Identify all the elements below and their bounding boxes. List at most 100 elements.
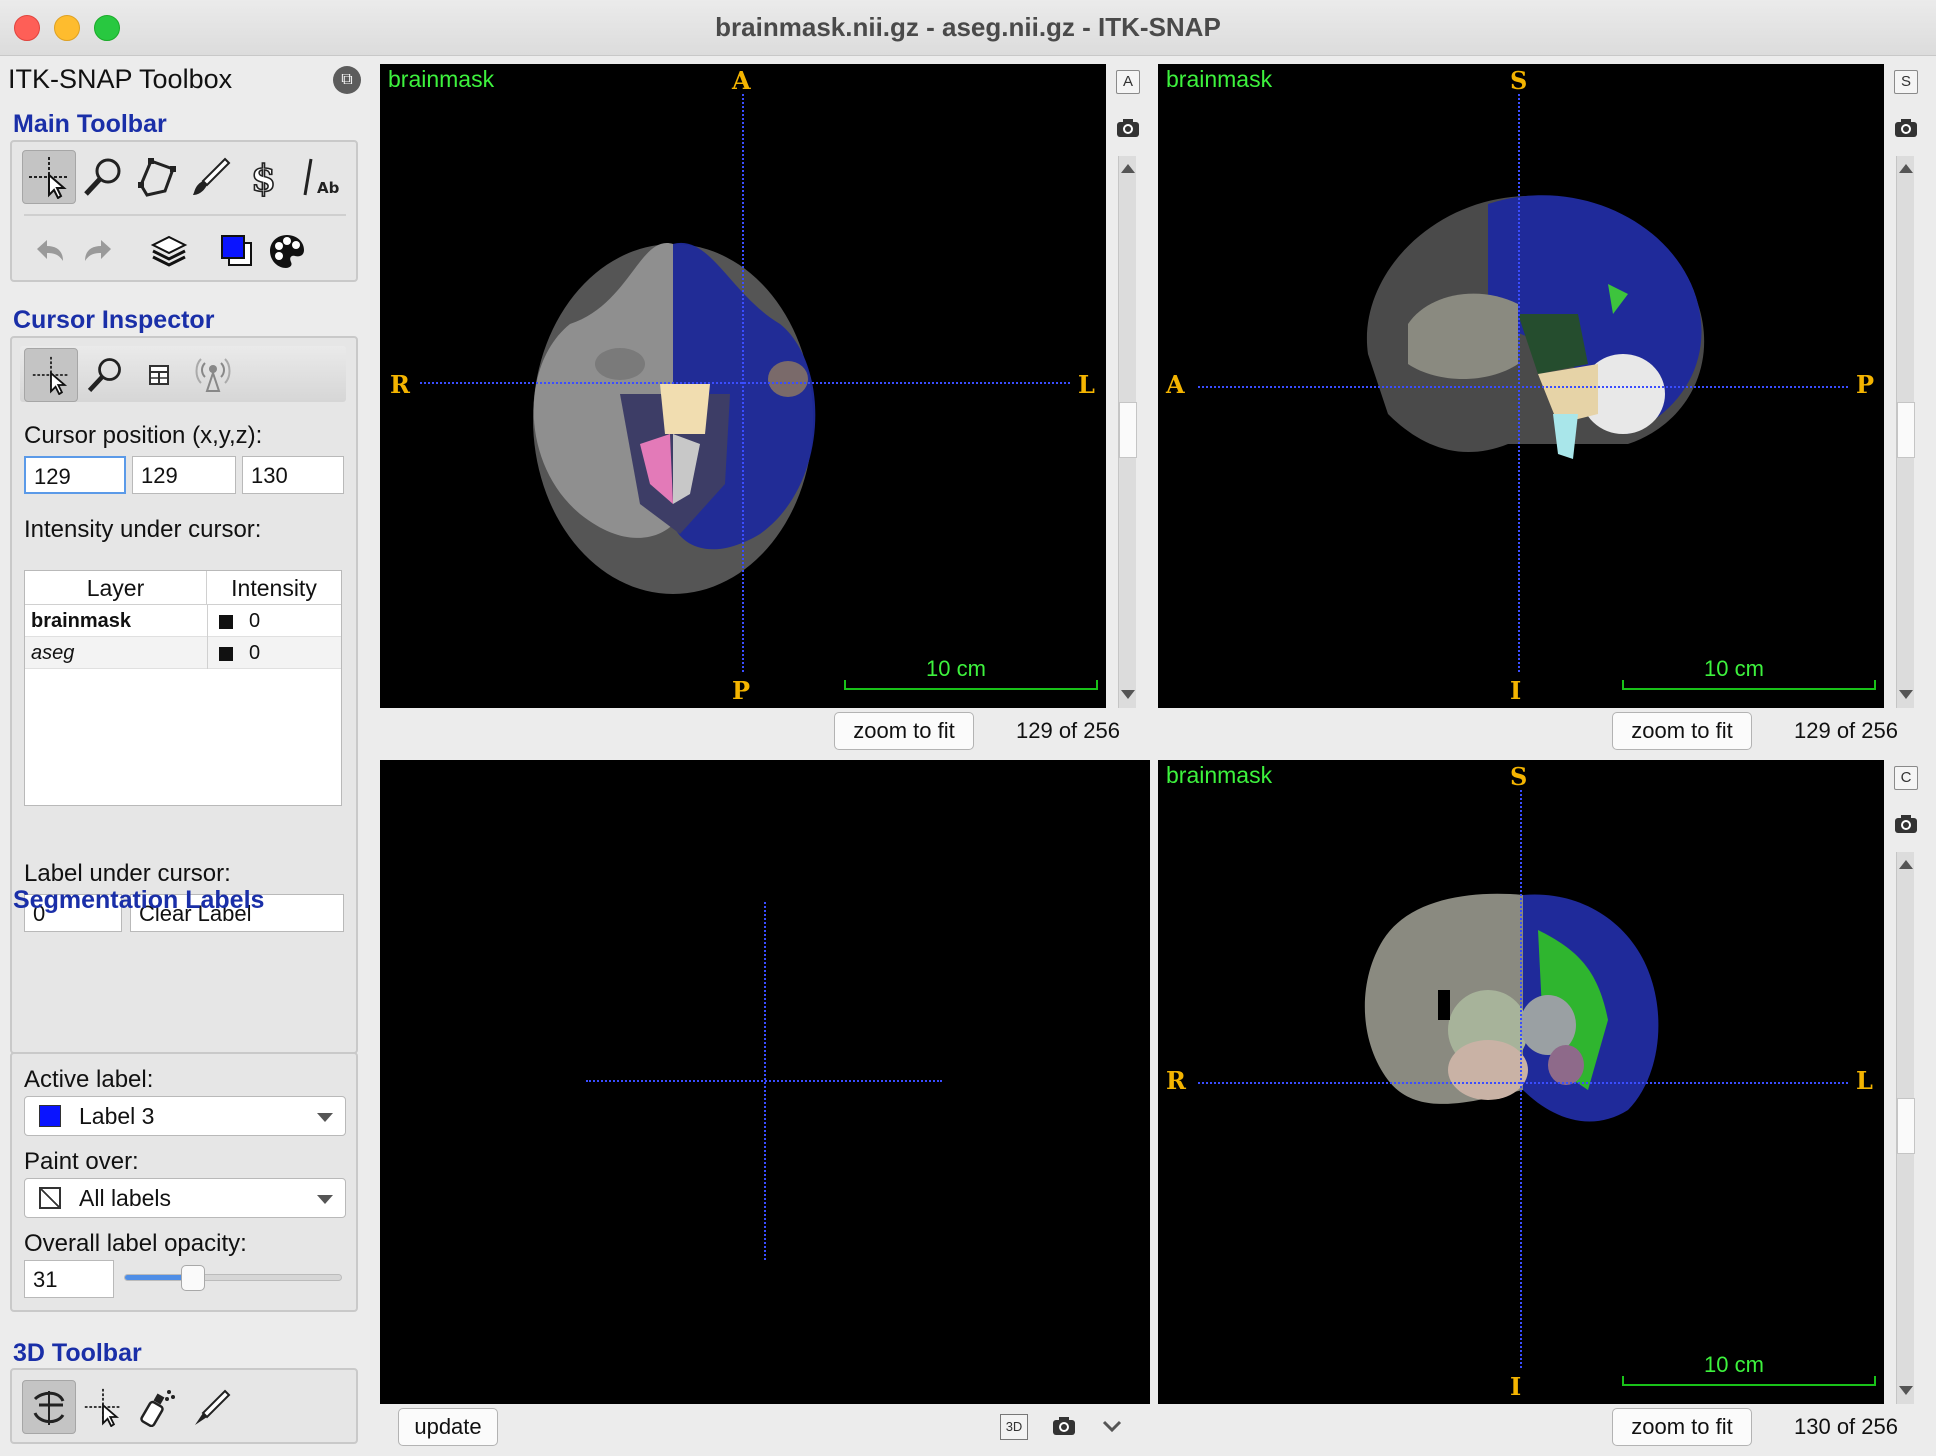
scroll-down-arrow[interactable]	[1121, 690, 1135, 699]
camera-icon[interactable]	[1892, 114, 1920, 142]
svg-text:$: $	[251, 158, 276, 199]
orientation-bottom: I	[1510, 676, 1522, 705]
scroll-thumb[interactable]	[1897, 402, 1915, 458]
camera-icon[interactable]	[1050, 1412, 1078, 1440]
active-label-value: Label 3	[79, 1103, 155, 1129]
paint-over-dropdown[interactable]: All labels	[24, 1178, 346, 1218]
polygon-tool-icon[interactable]	[130, 150, 184, 204]
crosshair-horizontal	[1198, 1082, 1848, 1084]
coronal-view-sidebar: C	[1890, 760, 1920, 1404]
view-layer-label: brainmask	[388, 66, 495, 92]
crosshair-vertical	[742, 94, 744, 672]
axial-view-sidebar: A	[1112, 64, 1142, 708]
orientation-top: S	[1510, 66, 1528, 95]
cursor-position-label: Cursor position (x,y,z):	[24, 422, 263, 449]
column-header-intensity[interactable]: Intensity	[207, 571, 341, 605]
window-title: brainmask.nii.gz - aseg.nii.gz - ITK-SNA…	[715, 12, 1221, 42]
paintbrush-tool-icon[interactable]	[184, 150, 238, 204]
crosshair-vertical	[1518, 94, 1520, 672]
rotate-3d-tool-icon[interactable]	[22, 1380, 76, 1434]
camera-icon[interactable]	[1892, 810, 1920, 838]
opacity-field[interactable]: 31	[24, 1260, 114, 1298]
paint-over-value: All labels	[79, 1185, 172, 1211]
toolbar-3d	[10, 1368, 358, 1444]
redo-icon[interactable]	[72, 224, 126, 278]
label-color-icon[interactable]	[210, 224, 264, 278]
tab-layout-inspector-icon[interactable]	[132, 348, 186, 402]
tab-sync-inspector-icon[interactable]	[186, 348, 240, 402]
slice-index: 130 of 256	[1794, 1414, 1898, 1439]
segmentation-labels-heading: Segmentation Labels	[13, 886, 265, 914]
table-row[interactable]: brainmask 0	[25, 605, 341, 637]
slice-index: 129 of 256	[1016, 718, 1120, 743]
table-row[interactable]: aseg 0	[25, 637, 341, 669]
orientation-right: L	[1856, 1066, 1873, 1095]
orientation-left: R	[1166, 1066, 1186, 1095]
cursor-inspector-heading: Cursor Inspector	[13, 306, 215, 334]
three-d-mode-icon[interactable]: 3D	[1000, 1414, 1028, 1440]
axial-view[interactable]: brainmask A P R L 10 cm	[380, 64, 1106, 708]
tab-zoom-inspector-icon[interactable]	[78, 348, 132, 402]
annotation-tool-icon[interactable]: Ab	[292, 150, 346, 204]
opacity-caption: Overall label opacity:	[24, 1230, 247, 1257]
coronal-view[interactable]: brainmask S I R L 10 cm	[1158, 760, 1884, 1404]
palette-icon[interactable]	[260, 224, 314, 278]
intensity-swatch	[219, 647, 233, 661]
scroll-up-arrow[interactable]	[1899, 860, 1913, 869]
title-bar: brainmask.nii.gz - aseg.nii.gz - ITK-SNA…	[0, 0, 1936, 56]
paint-over-caption: Paint over:	[24, 1148, 139, 1175]
intensity-table: Layer Intensity brainmask 0 aseg 0	[24, 570, 342, 806]
zoom-tool-icon[interactable]	[76, 150, 130, 204]
layer-name: brainmask	[31, 610, 132, 632]
opacity-slider-handle[interactable]	[180, 1265, 205, 1291]
view-mode-button[interactable]: S	[1894, 70, 1918, 94]
spray-paint-tool-icon[interactable]	[130, 1380, 184, 1434]
scroll-up-arrow[interactable]	[1899, 164, 1913, 173]
orientation-left: R	[390, 370, 410, 399]
scroll-up-arrow[interactable]	[1121, 164, 1135, 173]
scale-bar	[844, 680, 1098, 690]
crosshair-tool-icon[interactable]	[22, 150, 76, 204]
column-header-layer[interactable]: Layer	[25, 571, 207, 605]
chevron-down-icon[interactable]	[1100, 1416, 1124, 1436]
cursor-y-field[interactable]: 129	[132, 456, 236, 494]
cell-divider	[207, 605, 208, 637]
main-toolbar: $ Ab	[10, 140, 358, 282]
slice-scrollbar[interactable]	[1896, 156, 1915, 708]
camera-icon[interactable]	[1114, 114, 1142, 142]
crosshair-3d-tool-icon[interactable]	[76, 1380, 130, 1434]
active-label-swatch	[39, 1105, 61, 1127]
detach-panel-icon[interactable]: ⧉	[333, 66, 361, 94]
orientation-top: S	[1510, 762, 1528, 791]
view-mode-button[interactable]: A	[1116, 70, 1140, 94]
view-mode-button[interactable]: C	[1894, 766, 1918, 790]
opacity-slider[interactable]	[124, 1265, 342, 1291]
slice-scrollbar[interactable]	[1118, 156, 1137, 708]
slice-scrollbar[interactable]	[1896, 852, 1915, 1404]
layers-icon[interactable]	[142, 224, 196, 278]
sagittal-view[interactable]: brainmask S I A P 10 cm	[1158, 64, 1884, 708]
snake-tool-icon[interactable]: $	[238, 150, 292, 204]
update-button[interactable]: update	[398, 1408, 498, 1446]
all-labels-swatch	[39, 1187, 61, 1209]
scroll-down-arrow[interactable]	[1899, 690, 1913, 699]
zoom-to-fit-button[interactable]: zoom to fit	[1612, 712, 1752, 750]
view-layer-label: brainmask	[1166, 762, 1273, 788]
scroll-thumb[interactable]	[1897, 1098, 1915, 1154]
active-label-dropdown[interactable]: Label 3	[24, 1096, 346, 1136]
zoom-to-fit-button[interactable]: zoom to fit	[834, 712, 974, 750]
cursor-x-field[interactable]: 129	[24, 456, 126, 494]
intensity-value: 0	[249, 642, 261, 664]
scalpel-tool-icon[interactable]	[184, 1380, 238, 1434]
three-d-view[interactable]	[380, 760, 1150, 1404]
crosshair-horizontal	[420, 382, 1070, 384]
zoom-to-fit-button[interactable]: zoom to fit	[1612, 1408, 1752, 1446]
orientation-left: A	[1166, 370, 1185, 399]
undo-icon[interactable]	[22, 224, 76, 278]
scroll-thumb[interactable]	[1119, 402, 1137, 458]
tab-cursor-inspector-icon[interactable]	[24, 348, 78, 402]
scroll-down-arrow[interactable]	[1899, 1386, 1913, 1395]
orientation-right: P	[1856, 370, 1875, 399]
cursor-z-field[interactable]: 130	[242, 456, 344, 494]
toolbox-title: ITK-SNAP Toolbox	[8, 64, 233, 94]
